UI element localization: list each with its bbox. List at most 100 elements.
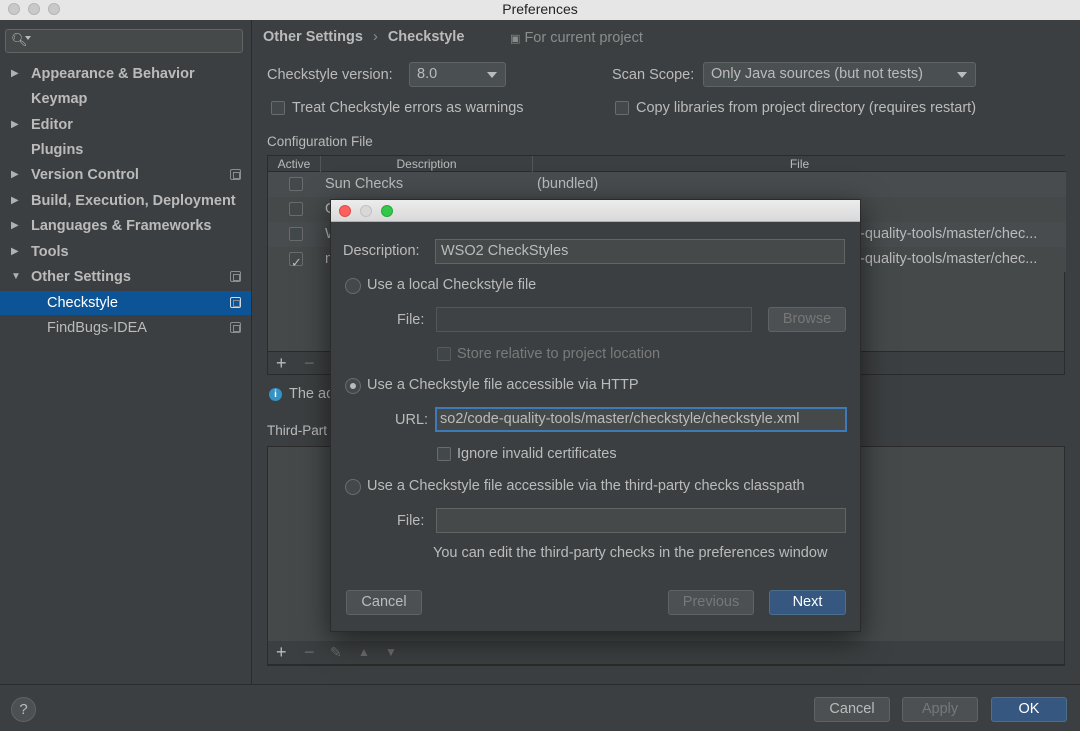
sidebar-item-version-control[interactable]: ▶ Version Control: [0, 163, 251, 187]
sidebar-item-label: Tools: [31, 244, 69, 260]
checkstyle-version-label: Checkstyle version:: [267, 67, 393, 83]
dialog-titlebar: [331, 200, 860, 222]
remove-icon[interactable]: −: [304, 353, 315, 374]
window-titlebar: Preferences: [0, 0, 1080, 20]
browse-button[interactable]: Browse: [768, 307, 846, 332]
scan-scope-select[interactable]: Only Java sources (but not tests): [703, 62, 976, 87]
copy-libraries-label: Copy libraries from project directory (r…: [636, 100, 977, 116]
table-header: Active Description File: [268, 156, 1066, 172]
expand-arrow-icon: ▶: [11, 169, 19, 180]
sidebar-item-checkstyle[interactable]: Checkstyle: [0, 291, 251, 315]
sidebar-item-languages[interactable]: ▶ Languages & Frameworks: [0, 214, 251, 238]
copy-libraries-checkbox[interactable]: [615, 101, 629, 115]
classpath-file-input[interactable]: [436, 508, 846, 533]
url-input[interactable]: so2/code-quality-tools/master/checkstyle…: [435, 407, 847, 432]
file-label: File:: [397, 312, 425, 328]
row-description: Sun Checks: [325, 176, 404, 192]
sidebar-item-label: Plugins: [31, 142, 84, 158]
dialog-cancel-button[interactable]: Cancel: [346, 590, 422, 615]
dialog-next-button[interactable]: Next: [769, 590, 846, 615]
sidebar-item-plugins[interactable]: Plugins: [0, 138, 251, 162]
help-icon[interactable]: ?: [11, 697, 36, 722]
expand-arrow-icon: ▶: [11, 246, 19, 257]
row-file: -quality-tools/master/chec...: [860, 251, 1038, 267]
move-up-icon[interactable]: ▲: [358, 645, 370, 659]
description-input[interactable]: WSO2 CheckStyles: [435, 239, 845, 264]
window-close-button[interactable]: [8, 3, 20, 15]
search-icon: 🔍︎: [11, 32, 28, 47]
expand-arrow-icon: ▶: [11, 220, 19, 231]
dialog-minimize-button[interactable]: [360, 205, 372, 217]
scan-scope-label: Scan Scope:: [612, 67, 695, 83]
breadcrumb-parent[interactable]: Other Settings: [263, 29, 363, 45]
sidebar-item-label: Version Control: [31, 167, 139, 183]
sidebar-item-keymap[interactable]: Keymap: [0, 87, 251, 111]
table-row[interactable]: Sun Checks (bundled): [268, 172, 1066, 197]
row-active-checkbox[interactable]: [289, 177, 303, 191]
row-active-checkbox[interactable]: [289, 227, 303, 241]
third-party-label: Third-Part: [267, 423, 328, 438]
third-party-toolbar: + − ✎ ▲ ▼: [267, 641, 1065, 665]
preferences-footer: ? Cancel Apply OK: [0, 684, 1080, 731]
window-zoom-button[interactable]: [48, 3, 60, 15]
breadcrumb-current: Checkstyle: [387, 29, 465, 45]
add-icon[interactable]: +: [276, 353, 287, 374]
sidebar-item-build[interactable]: ▶ Build, Execution, Deployment: [0, 189, 251, 213]
project-scope-icon: [230, 322, 241, 333]
column-header-description[interactable]: Description: [321, 156, 533, 172]
sidebar-item-label: Languages & Frameworks: [31, 218, 212, 234]
local-file-input[interactable]: [436, 307, 752, 332]
expand-arrow-icon: ▶: [11, 119, 19, 130]
classpath-option-label: Use a Checkstyle file accessible via the…: [367, 478, 805, 494]
sidebar-item-appearance[interactable]: ▶ Appearance & Behavior: [0, 62, 251, 86]
remove-icon[interactable]: −: [304, 642, 315, 663]
add-icon[interactable]: +: [276, 642, 287, 663]
treat-warnings-checkbox[interactable]: [271, 101, 285, 115]
checkstyle-version-select[interactable]: 8.0: [409, 62, 506, 87]
row-active-checkbox[interactable]: [289, 202, 303, 216]
treat-warnings-label: Treat Checkstyle errors as warnings: [292, 100, 524, 116]
sidebar-item-findbugs[interactable]: FindBugs-IDEA: [0, 316, 251, 340]
checkstyle-version-value: 8.0: [417, 66, 438, 82]
breadcrumb: Other Settings › Checkstyle: [263, 29, 464, 45]
scope-note: ▣ For current project: [510, 30, 643, 46]
sidebar-item-label: Build, Execution, Deployment: [31, 193, 236, 209]
ignore-certificates-label: Ignore invalid certificates: [457, 446, 617, 462]
scope-note-text: For current project: [524, 30, 643, 46]
http-file-radio[interactable]: [345, 378, 361, 394]
store-relative-label: Store relative to project location: [457, 346, 661, 362]
cancel-button[interactable]: Cancel: [814, 697, 890, 722]
move-down-icon[interactable]: ▼: [385, 645, 397, 659]
edit-icon[interactable]: ✎: [330, 644, 342, 661]
sidebar-item-label: Editor: [31, 117, 73, 133]
column-header-active[interactable]: Active: [268, 156, 321, 172]
info-icon: i: [269, 388, 282, 401]
project-scope-icon: ▣: [510, 33, 521, 45]
sidebar-item-label: Other Settings: [31, 269, 131, 285]
sidebar-item-other-settings[interactable]: ▼ Other Settings: [0, 265, 251, 289]
apply-button[interactable]: Apply: [902, 697, 978, 722]
classpath-file-radio[interactable]: [345, 479, 361, 495]
project-scope-icon: [230, 169, 241, 180]
third-party-hint: You can edit the third-party checks in t…: [433, 545, 828, 561]
sidebar-item-editor[interactable]: ▶ Editor: [0, 113, 251, 137]
ok-button[interactable]: OK: [991, 697, 1067, 722]
dialog-previous-button[interactable]: Previous: [668, 590, 754, 615]
settings-search-input[interactable]: 🔍︎: [5, 29, 243, 53]
sidebar-item-tools[interactable]: ▶ Tools: [0, 240, 251, 264]
window-title: Preferences: [502, 1, 578, 17]
window-minimize-button[interactable]: [28, 3, 40, 15]
search-dropdown-icon: [25, 36, 31, 40]
sidebar-item-label: Checkstyle: [47, 295, 118, 311]
row-active-checkbox[interactable]: [289, 250, 303, 275]
add-configuration-dialog: Description: WSO2 CheckStyles Use a loca…: [330, 199, 861, 632]
local-file-radio[interactable]: [345, 278, 361, 294]
dialog-close-button[interactable]: [339, 205, 351, 217]
store-relative-checkbox[interactable]: [437, 347, 451, 361]
info-text: The ac: [289, 386, 334, 402]
column-header-file[interactable]: File: [533, 156, 1066, 172]
dialog-zoom-button[interactable]: [381, 205, 393, 217]
row-file: (bundled): [537, 176, 599, 192]
http-option-label: Use a Checkstyle file accessible via HTT…: [367, 377, 639, 393]
ignore-certificates-checkbox[interactable]: [437, 447, 451, 461]
